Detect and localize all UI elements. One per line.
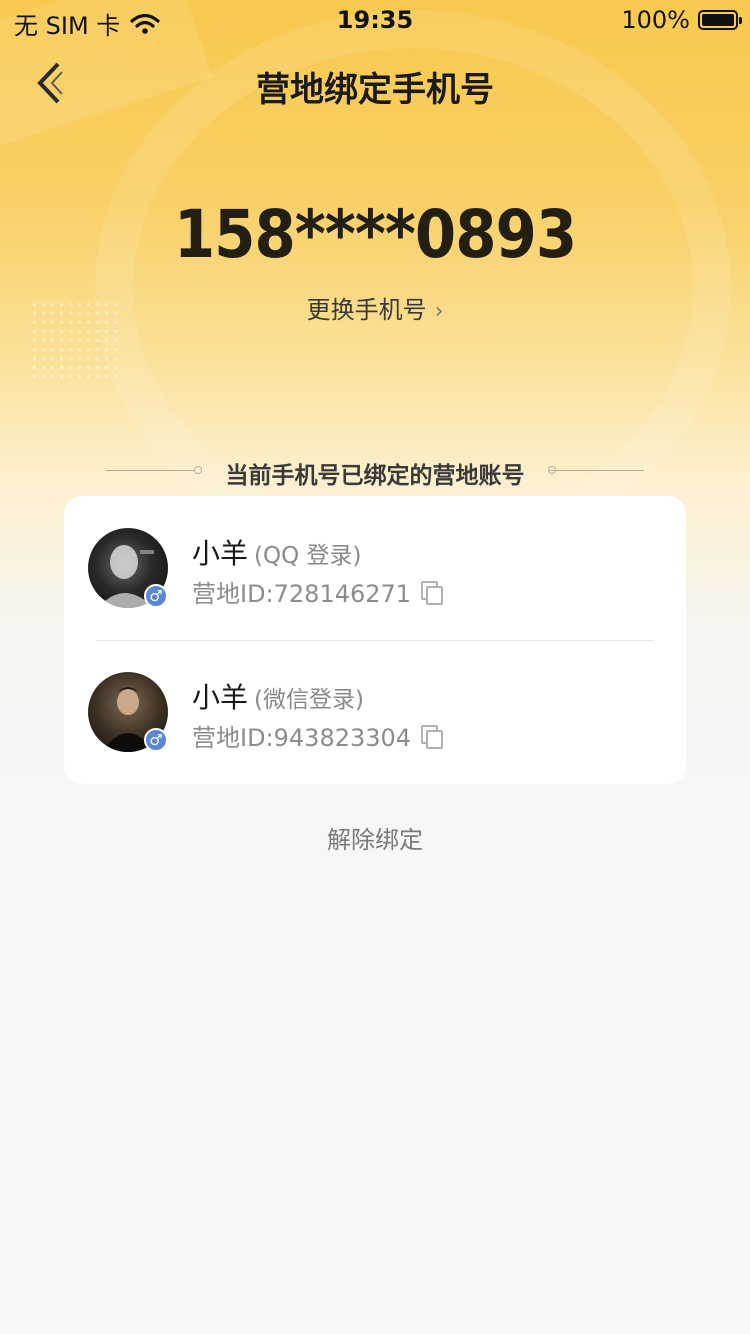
change-phone-link[interactable]: 更换手机号 › (0, 290, 750, 325)
bound-phone-number: 158****0893 (173, 196, 577, 273)
change-phone-label: 更换手机号 (306, 296, 427, 324)
male-gender-icon: ♂ (144, 584, 168, 608)
account-item-qq[interactable]: ♂ 小羊 (QQ 登录) 营地ID:728146271 (64, 496, 686, 640)
account-name-line: 小羊 (QQ 登录) (192, 532, 361, 572)
copy-icon[interactable] (421, 580, 444, 605)
section-title: 当前手机号已绑定的营地账号 (225, 463, 525, 489)
page-title: 营地绑定手机号 (256, 70, 494, 110)
status-right: 100% (621, 6, 742, 34)
login-type: (微信登录) (254, 687, 364, 713)
account-id-line: 营地ID:728146271 (192, 574, 444, 609)
status-bar: 无 SIM 卡 19:35 100% (0, 0, 750, 40)
battery-percent: 100% (621, 6, 690, 34)
account-id-line: 营地ID:943823304 (192, 718, 444, 753)
battery-icon (698, 10, 742, 30)
account-name: 小羊 (192, 681, 249, 714)
copy-icon[interactable] (421, 724, 444, 749)
chevron-right-icon: › (434, 299, 444, 324)
account-name-line: 小羊 (微信登录) (192, 676, 364, 716)
account-item-wechat[interactable]: ♂ 小羊 (微信登录) 营地ID:943823304 (64, 640, 686, 784)
account-name: 小羊 (192, 537, 249, 570)
login-type: (QQ 登录) (254, 543, 362, 569)
section-header: 当前手机号已绑定的营地账号 (100, 456, 650, 489)
unbind-button[interactable]: 解除绑定 (0, 820, 750, 855)
account-id: 营地ID:943823304 (192, 724, 412, 752)
male-gender-icon: ♂ (144, 728, 168, 752)
account-id: 营地ID:728146271 (192, 580, 412, 608)
account-list-card: ♂ 小羊 (QQ 登录) 营地ID:728146271 ♂ 小羊 (微信登录) 营地… (64, 496, 686, 784)
divider-line-right (549, 470, 644, 471)
